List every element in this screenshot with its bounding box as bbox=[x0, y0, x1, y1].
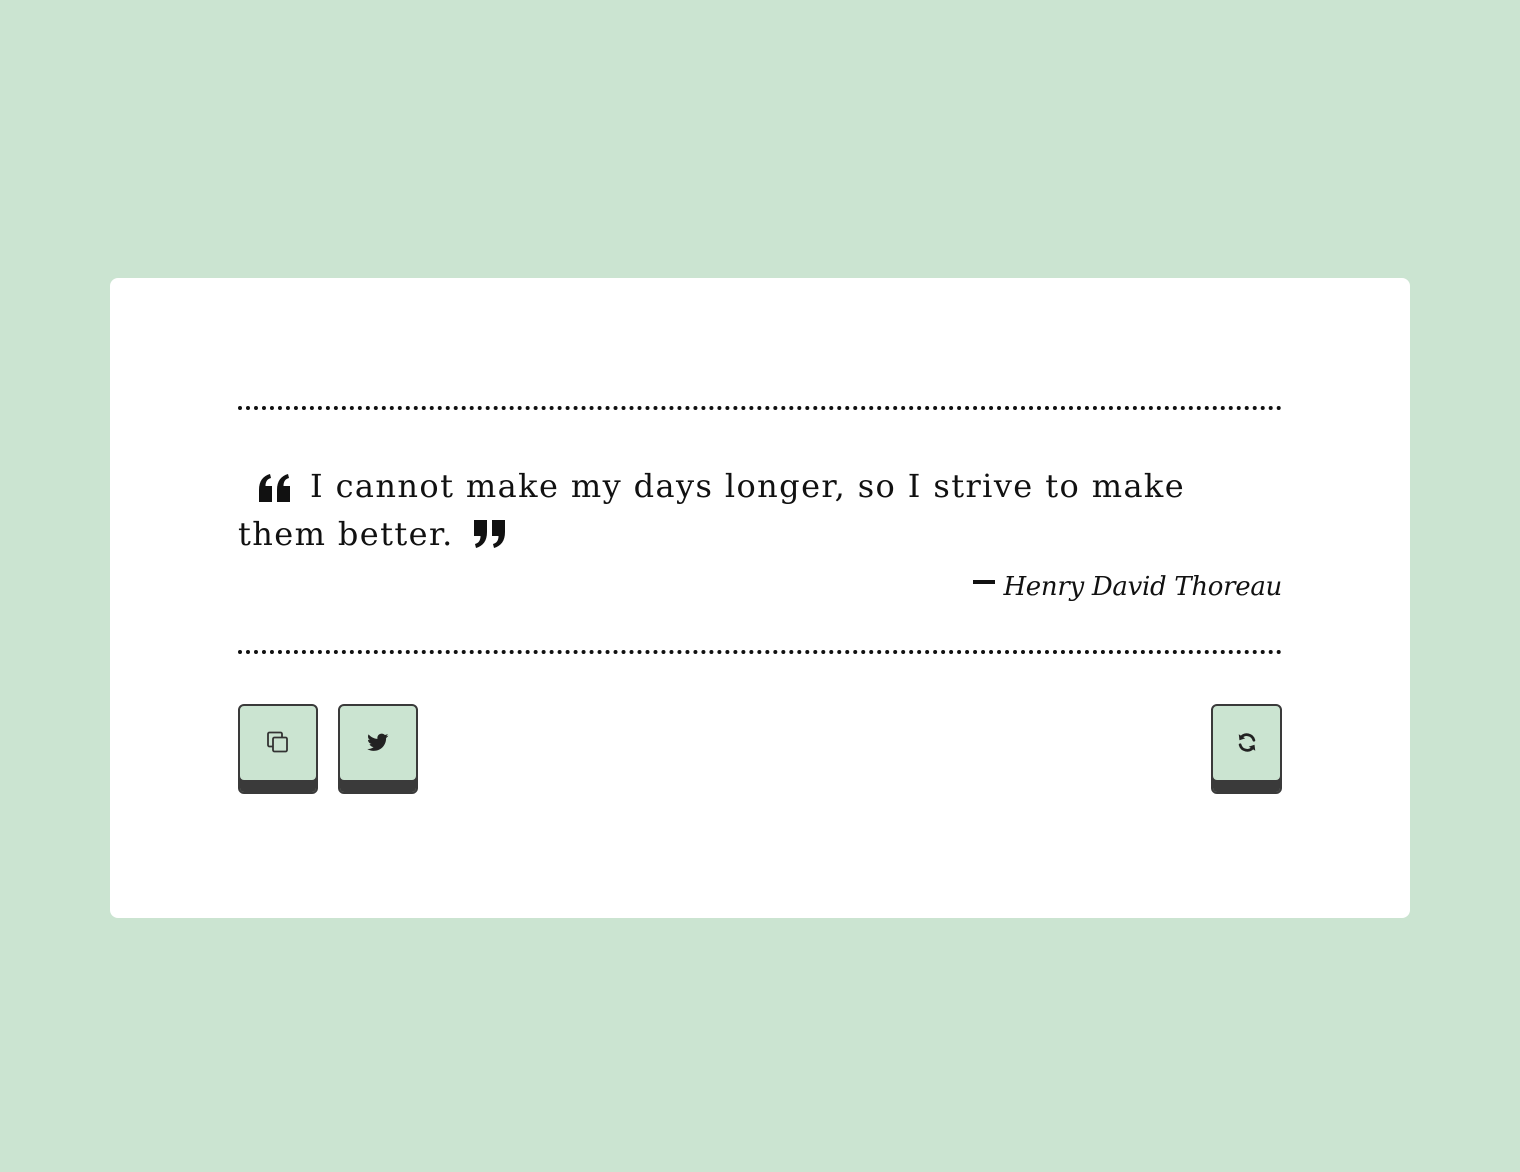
new-quote-button[interactable] bbox=[1211, 704, 1282, 794]
copy-icon bbox=[266, 731, 290, 758]
em-dash-mark bbox=[973, 580, 996, 584]
quote-block: I cannot make my days longer, so I striv… bbox=[238, 462, 1282, 558]
quote-card-content: I cannot make my days longer, so I striv… bbox=[238, 406, 1282, 796]
author-line: Henry David Thoreau bbox=[238, 572, 1282, 602]
top-divider bbox=[238, 406, 1282, 410]
quote-right-icon bbox=[472, 514, 506, 562]
action-buttons bbox=[238, 704, 1282, 796]
quote-left-icon bbox=[258, 468, 292, 516]
refresh-icon bbox=[1236, 732, 1258, 757]
bottom-divider bbox=[238, 650, 1282, 654]
tweet-button[interactable] bbox=[338, 704, 418, 794]
copy-button[interactable] bbox=[238, 704, 318, 794]
quote-text: I cannot make my days longer, so I striv… bbox=[238, 467, 1186, 553]
author-name: Henry David Thoreau bbox=[1003, 572, 1282, 602]
twitter-icon bbox=[367, 733, 389, 755]
quote-card: I cannot make my days longer, so I striv… bbox=[110, 278, 1410, 918]
